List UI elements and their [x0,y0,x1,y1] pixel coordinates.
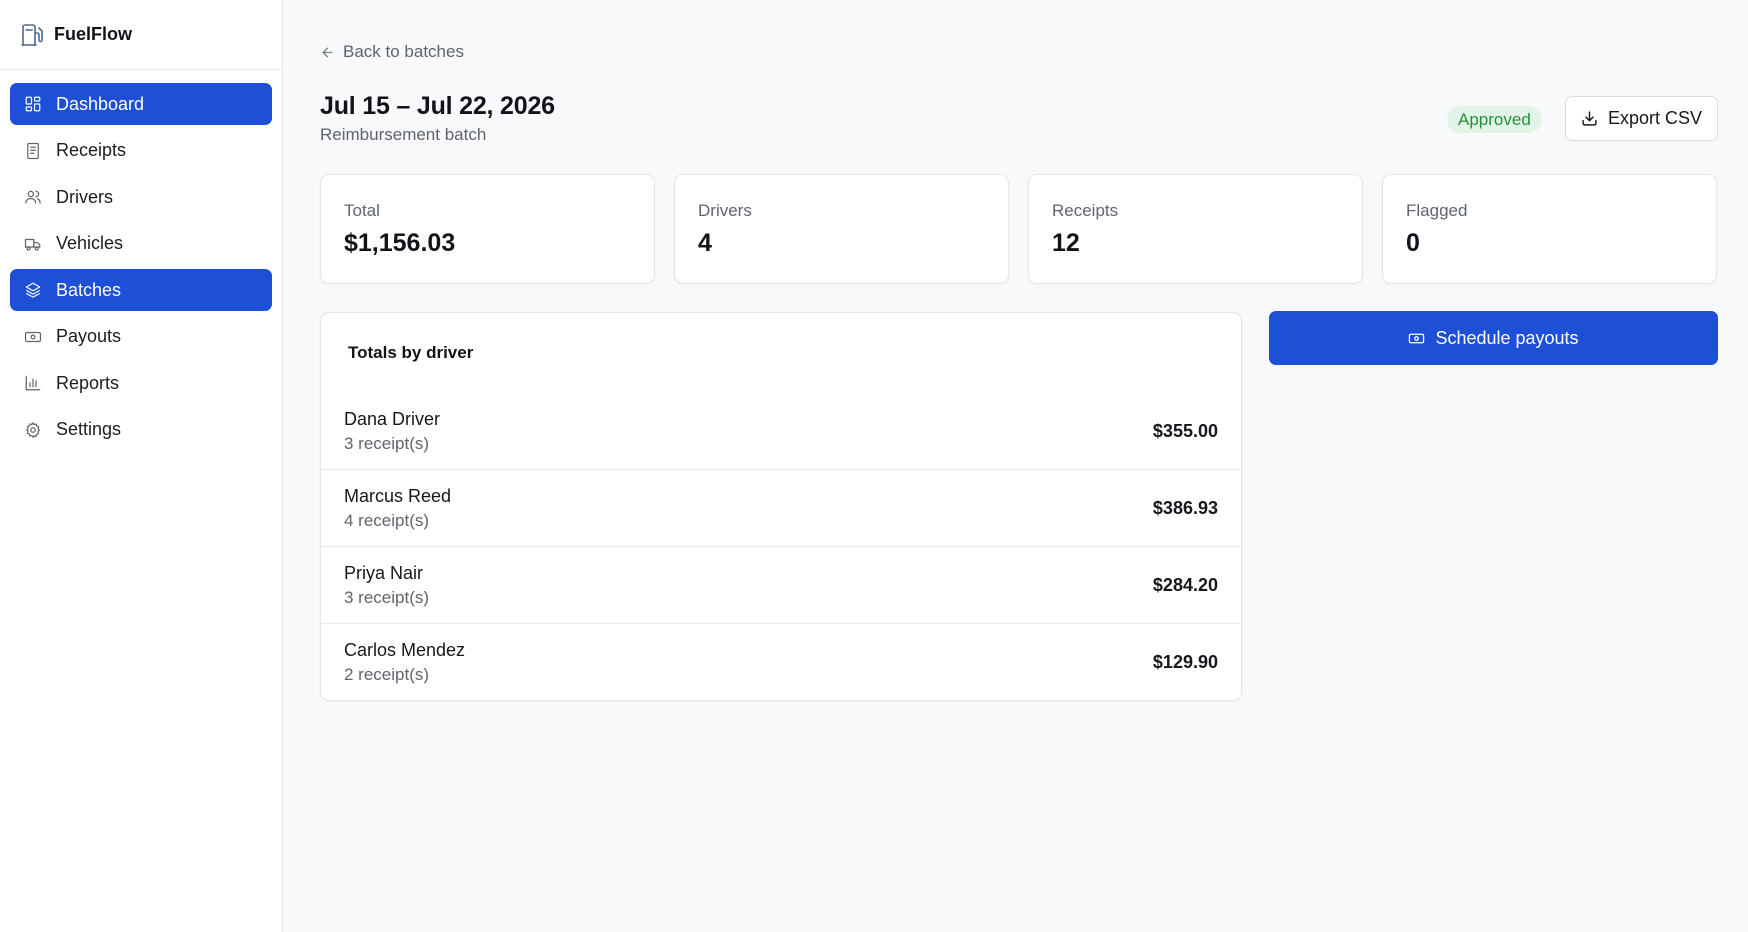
stat-label: Total [344,201,380,220]
driver-amount: $129.90 [1152,652,1218,672]
banknote-icon [24,328,42,346]
back-link[interactable]: Back to batches [320,42,464,62]
gear-icon [24,421,42,439]
page-subtitle: Reimbursement batch [320,125,487,144]
sidebar-nav: Dashboard Receipts Drivers Vehicles Batc… [0,70,282,451]
main-content: Back to batches Jul 15 – Jul 22, 2026 Re… [284,0,1748,932]
stat-label: Drivers [698,201,752,220]
driver-info: Carlos Mendez 2 receipt(s) [344,640,465,685]
receipt-count: 3 receipt(s) [344,433,430,453]
sidebar-item-label: Drivers [56,186,113,207]
sidebar-item-label: Reports [56,372,120,393]
back-link-label: Back to batches [343,42,464,61]
users-icon [24,188,42,206]
sidebar-item-receipts[interactable]: Receipts [10,130,272,172]
driver-name: Dana Driver [344,408,441,429]
driver-name: Carlos Mendez [344,640,466,660]
status-badge: Approved [1447,106,1542,133]
driver-info: Dana Driver 3 receipt(s) [344,409,440,454]
stat-card-flagged: Flagged 0 [1382,174,1717,284]
stat-value: 4 [698,229,712,257]
page-title: Jul 15 – Jul 22, 2026 [320,92,555,120]
sidebar-item-vehicles[interactable]: Vehicles [10,223,272,265]
receipt-icon [24,142,42,160]
driver-info: Priya Nair 3 receipt(s) [344,563,429,608]
stat-value: 0 [1406,229,1420,257]
stat-value: $1,156.03 [344,229,456,257]
download-icon [1581,110,1598,127]
export-csv-button[interactable]: Export CSV [1565,96,1718,141]
driver-row[interactable]: Marcus Reed 4 receipt(s) $386.93 [321,470,1241,547]
stat-label: Receipts [1052,201,1119,220]
export-csv-label: Export CSV [1607,108,1703,128]
sidebar-item-label: Vehicles [56,233,124,253]
sidebar-item-label: Settings [56,419,122,439]
sidebar-item-payouts[interactable]: Payouts [10,316,272,358]
card-title: Totals by driver [348,343,474,362]
sidebar-item-label: Receipts [56,140,127,160]
totals-by-driver-card: Totals by driver Dana Driver 3 receipt(s… [320,312,1242,701]
app-name: FuelFlow [54,24,132,44]
dashboard-icon [24,95,42,113]
schedule-payouts-button[interactable]: Schedule payouts [1269,311,1718,365]
layers-icon [24,281,42,299]
sidebar-item-label: Payouts [56,326,122,346]
driver-info: Marcus Reed 4 receipt(s) [344,486,451,531]
driver-name: Priya Nair [344,562,424,583]
sidebar-item-drivers[interactable]: Drivers [10,176,272,218]
brand[interactable]: FuelFlow [0,0,282,70]
stat-card-drivers: Drivers 4 [674,174,1009,284]
sidebar-item-label: Dashboard [56,93,145,114]
stat-card-receipts: Receipts 12 [1028,174,1363,284]
schedule-payouts-label: Schedule payouts [1435,327,1579,348]
sidebar-item-label: Batches [56,279,122,300]
sidebar-item-reports[interactable]: Reports [10,362,272,404]
sidebar-item-settings[interactable]: Settings [10,409,272,451]
driver-row[interactable]: Priya Nair 3 receipt(s) $284.20 [321,547,1241,624]
receipt-count: 2 receipt(s) [344,665,430,684]
sidebar-item-batches[interactable]: Batches [10,269,272,311]
truck-icon [24,235,42,253]
sidebar-item-dashboard[interactable]: Dashboard [10,83,272,125]
stat-card-total: Total $1,156.03 [320,174,655,284]
fuel-pump-icon [20,23,44,47]
receipt-count: 3 receipt(s) [344,587,430,607]
driver-row[interactable]: Dana Driver 3 receipt(s) $355.00 [321,393,1241,470]
driver-row[interactable]: Carlos Mendez 2 receipt(s) $129.90 [321,624,1241,700]
stat-label: Flagged [1406,201,1468,220]
driver-amount: $386.93 [1152,497,1218,518]
driver-amount: $284.20 [1152,574,1218,595]
banknote-icon [1408,330,1425,347]
arrow-left-icon [320,45,335,60]
receipt-count: 4 receipt(s) [344,510,430,530]
sidebar: FuelFlow Dashboard Receipts Drivers Vehi… [0,0,283,932]
driver-amount: $355.00 [1152,420,1218,441]
bar-chart-icon [24,374,42,392]
driver-name: Marcus Reed [344,485,452,506]
stat-value: 12 [1052,229,1080,257]
